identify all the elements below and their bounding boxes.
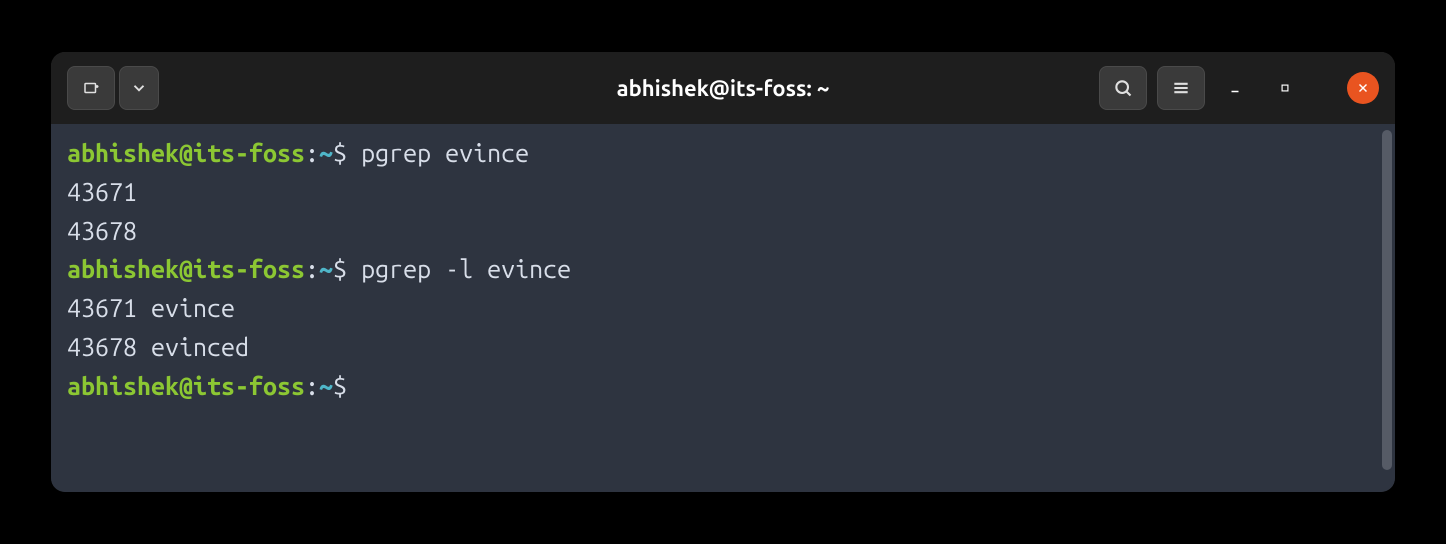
- hamburger-menu-button[interactable]: [1157, 66, 1205, 110]
- titlebar-left-group: [67, 66, 159, 110]
- prompt-separator: :: [305, 372, 319, 400]
- prompt-symbol: $: [333, 372, 361, 400]
- prompt-line: abhishek@its-foss:~$ pgrep -l evince: [67, 250, 1379, 289]
- command-text: pgrep evince: [361, 139, 529, 167]
- titlebar-right-group: [1099, 66, 1379, 110]
- terminal-content: abhishek@its-foss:~$ pgrep evince4367143…: [67, 134, 1379, 405]
- tab-dropdown-button[interactable]: [119, 66, 159, 110]
- new-tab-button[interactable]: [67, 66, 115, 110]
- prompt-path: ~: [319, 139, 333, 167]
- search-button[interactable]: [1099, 66, 1147, 110]
- prompt-user-host: abhishek@its-foss: [67, 139, 305, 167]
- prompt-symbol: $: [333, 255, 361, 283]
- command-text: pgrep -l evince: [361, 255, 571, 283]
- prompt-user-host: abhishek@its-foss: [67, 372, 305, 400]
- prompt-line: abhishek@its-foss:~$: [67, 367, 1379, 406]
- minimize-button[interactable]: [1215, 68, 1255, 108]
- search-icon: [1113, 78, 1133, 98]
- output-line: 43678 evinced: [67, 328, 1379, 367]
- close-icon: [1356, 81, 1370, 95]
- output-line: 43671: [67, 173, 1379, 212]
- prompt-path: ~: [319, 255, 333, 283]
- prompt-user-host: abhishek@its-foss: [67, 255, 305, 283]
- prompt-separator: :: [305, 139, 319, 167]
- titlebar: abhishek@its-foss: ~: [51, 52, 1395, 124]
- prompt-separator: :: [305, 255, 319, 283]
- scrollbar[interactable]: [1382, 130, 1392, 470]
- terminal-window: abhishek@its-foss: ~: [51, 52, 1395, 492]
- output-line: 43678: [67, 212, 1379, 251]
- minimize-icon: [1228, 81, 1242, 95]
- terminal-body[interactable]: abhishek@its-foss:~$ pgrep evince4367143…: [51, 124, 1395, 492]
- window-title: abhishek@its-foss: ~: [617, 76, 830, 101]
- prompt-path: ~: [319, 372, 333, 400]
- chevron-down-icon: [130, 79, 148, 97]
- new-tab-icon: [82, 79, 100, 97]
- prompt-symbol: $: [333, 139, 361, 167]
- output-line: 43671 evince: [67, 289, 1379, 328]
- close-button[interactable]: [1347, 72, 1379, 104]
- maximize-button[interactable]: [1265, 68, 1305, 108]
- hamburger-icon: [1171, 78, 1191, 98]
- maximize-icon: [1278, 81, 1292, 95]
- prompt-line: abhishek@its-foss:~$ pgrep evince: [67, 134, 1379, 173]
